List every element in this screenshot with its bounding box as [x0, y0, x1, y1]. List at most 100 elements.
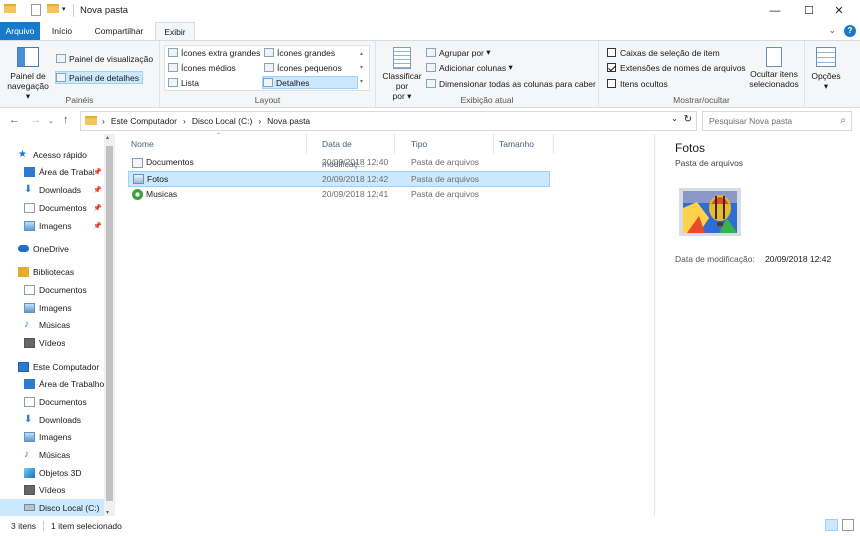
sidebar-item-imagens[interactable]: Imagens	[24, 299, 72, 316]
cloud-icon	[18, 245, 29, 252]
breadcrumb-separator-icon[interactable]: ›	[183, 116, 186, 126]
file-extensions-toggle[interactable]: Extensões de nomes de arquivos	[607, 61, 746, 74]
file-name: Fotos	[147, 174, 169, 184]
search-input[interactable]: Pesquisar Nova pasta ⌕	[702, 111, 852, 131]
medium-icons-icon	[168, 63, 178, 72]
item-checkboxes-toggle[interactable]: Caixas de seleção de item	[607, 46, 720, 59]
tab-arquivo[interactable]: Arquivo	[0, 22, 40, 40]
add-columns-button[interactable]: Adicionar colunas ▾	[426, 61, 513, 74]
properties-icon[interactable]	[31, 4, 41, 16]
details-view-icon[interactable]	[825, 519, 838, 531]
sidebar-item-imagens[interactable]: Imagens	[24, 217, 72, 234]
file-type: Pasta de arquivos	[411, 174, 480, 184]
sidebar-item-videos[interactable]: Vídeos	[24, 334, 65, 351]
help-icon[interactable]: ?	[844, 25, 856, 37]
column-header-tipo[interactable]: Tipo	[395, 134, 494, 154]
preview-pane-button[interactable]: Painel de visualização	[56, 52, 153, 65]
sidebar-item-bibliotecas[interactable]: Bibliotecas	[18, 263, 74, 280]
file-row[interactable]: Musicas 20/09/2018 12:41 Pasta de arquiv…	[128, 187, 550, 203]
sidebar-item-musicas[interactable]: ♪ Músicas	[24, 446, 70, 463]
up-arrow-icon[interactable]: ↑	[63, 114, 69, 126]
sidebar-item-acesso-rapido[interactable]: ★ Acesso rápido	[18, 146, 87, 163]
sidebar-item-downloads[interactable]: ⬇ Downloads	[24, 181, 81, 198]
pin-icon[interactable]: 📌	[93, 222, 102, 230]
layout-details[interactable]: Detalhes	[262, 76, 358, 89]
sort-icon	[393, 47, 411, 69]
sidebar-item-este-computador[interactable]: Este Computador	[18, 358, 99, 375]
recent-dropdown-icon[interactable]: ⌄	[48, 117, 54, 125]
refresh-icon[interactable]: ↻	[684, 114, 692, 125]
file-row[interactable]: Documentos 20/09/2018 12:40 Pasta de arq…	[128, 155, 550, 171]
layout-list[interactable]: Lista	[168, 76, 199, 89]
scroll-thumb[interactable]	[106, 146, 113, 501]
photo-folder-icon	[133, 174, 144, 184]
breadcrumb-este-computador[interactable]: Este Computador	[111, 116, 177, 126]
library-icon	[18, 266, 29, 277]
sort-by-button[interactable]: Classificar por por ▾	[380, 47, 424, 101]
hidden-items-checkbox[interactable]	[607, 79, 616, 88]
item-checkboxes-checkbox[interactable]	[607, 48, 616, 57]
sidebar-item-disco-local[interactable]: Disco Local (C:)	[0, 499, 104, 516]
address-dropdown-icon[interactable]: ⌄	[671, 114, 678, 123]
sidebar-item-onedrive[interactable]: OneDrive	[18, 240, 69, 257]
file-extensions-checkbox[interactable]	[607, 63, 616, 72]
tab-inicio[interactable]: Início	[44, 22, 80, 40]
group-label-mostrar: Mostrar/ocultar	[673, 95, 730, 105]
group-label-exibicao: Exibição atual	[460, 95, 514, 105]
document-icon	[24, 202, 35, 213]
address-field[interactable]: › Este Computador › Disco Local (C:) › N…	[80, 111, 697, 131]
pin-icon[interactable]: 📌	[93, 168, 102, 176]
options-button[interactable]: Opções ▾	[808, 47, 844, 91]
layout-scroll-arrows[interactable]: ▴ ▾ ▾	[360, 47, 363, 89]
tab-compartilhar[interactable]: Compartilhar	[84, 22, 154, 40]
breadcrumb-separator-icon[interactable]: ›	[102, 116, 105, 126]
new-folder-icon[interactable]	[47, 4, 59, 16]
music-icon: ♪	[24, 318, 29, 330]
ribbon-collapse-icon[interactable]: ⌄	[828, 25, 836, 36]
nav-pane-button[interactable]: Painel de navegação ▾	[4, 47, 52, 101]
sidebar-item-downloads[interactable]: ⬇ Downloads	[24, 411, 81, 428]
sidebar-item-imagens[interactable]: Imagens	[24, 428, 72, 445]
back-arrow-icon[interactable]: ←	[9, 114, 20, 126]
layout-extra-large-icons[interactable]: Ícones extra grandes	[168, 46, 260, 59]
details-pane-button[interactable]: Painel de detalhes	[55, 71, 143, 84]
file-row[interactable]: Fotos 20/09/2018 12:42 Pasta de arquivos	[128, 171, 550, 187]
pin-icon[interactable]: 📌	[93, 204, 102, 212]
list-icon	[168, 78, 178, 87]
breadcrumb-nova-pasta[interactable]: Nova pasta	[267, 116, 310, 126]
sidebar-item-area-de-trabalho[interactable]: Área de Trabalho	[24, 163, 94, 180]
size-columns-button[interactable]: Dimensionar todas as colunas para caber	[426, 77, 596, 90]
sidebar-item-documentos[interactable]: Documentos	[24, 393, 87, 410]
sidebar-item-musicas[interactable]: ♪ Músicas	[24, 316, 70, 333]
hidden-items-toggle[interactable]: Itens ocultos	[607, 77, 668, 90]
scroll-up-icon[interactable]: ▴	[106, 134, 109, 141]
star-icon: ★	[18, 148, 27, 160]
tab-exibir[interactable]: Exibir	[155, 22, 195, 41]
sidebar-item-documentos[interactable]: Documentos	[24, 199, 87, 216]
hide-selected-button[interactable]: Ocultar itens selecionados	[747, 47, 801, 89]
search-icon[interactable]: ⌕	[840, 112, 846, 130]
sidebar-item-videos[interactable]: Vídeos	[24, 481, 65, 498]
status-divider	[43, 521, 44, 531]
pin-icon[interactable]: 📌	[93, 186, 102, 194]
column-header-tamanho[interactable]: Tamanho	[494, 134, 554, 154]
forward-arrow-icon[interactable]: →	[30, 114, 41, 126]
scroll-down-icon[interactable]: ▾	[106, 509, 109, 516]
column-header-nome[interactable]: Nome	[116, 134, 307, 154]
sidebar-item-area-de-trabalho[interactable]: Área de Trabalho	[24, 375, 104, 392]
size-columns-icon	[426, 79, 436, 88]
video-icon	[24, 337, 35, 348]
layout-small-icons[interactable]: Ícones pequenos	[264, 61, 342, 74]
close-button[interactable]: ✕	[818, 0, 860, 22]
sidebar-item-documentos[interactable]: Documentos	[24, 281, 87, 298]
group-by-button[interactable]: Agrupar por ▾	[426, 46, 491, 59]
large-icons-view-icon[interactable]	[842, 519, 854, 531]
breadcrumb-disco-local[interactable]: Disco Local (C:)	[192, 116, 252, 126]
sidebar-scrollbar[interactable]: ▴ ▾	[104, 134, 115, 516]
layout-large-icons[interactable]: Ícones grandes	[264, 46, 335, 59]
column-header-data[interactable]: Data de modificaç...	[307, 134, 395, 169]
breadcrumb-separator-icon[interactable]: ›	[258, 116, 261, 126]
sidebar-item-objetos-3d[interactable]: Objetos 3D	[24, 464, 82, 481]
preview-title: Fotos	[675, 141, 706, 155]
layout-medium-icons[interactable]: Ícones médios	[168, 61, 236, 74]
